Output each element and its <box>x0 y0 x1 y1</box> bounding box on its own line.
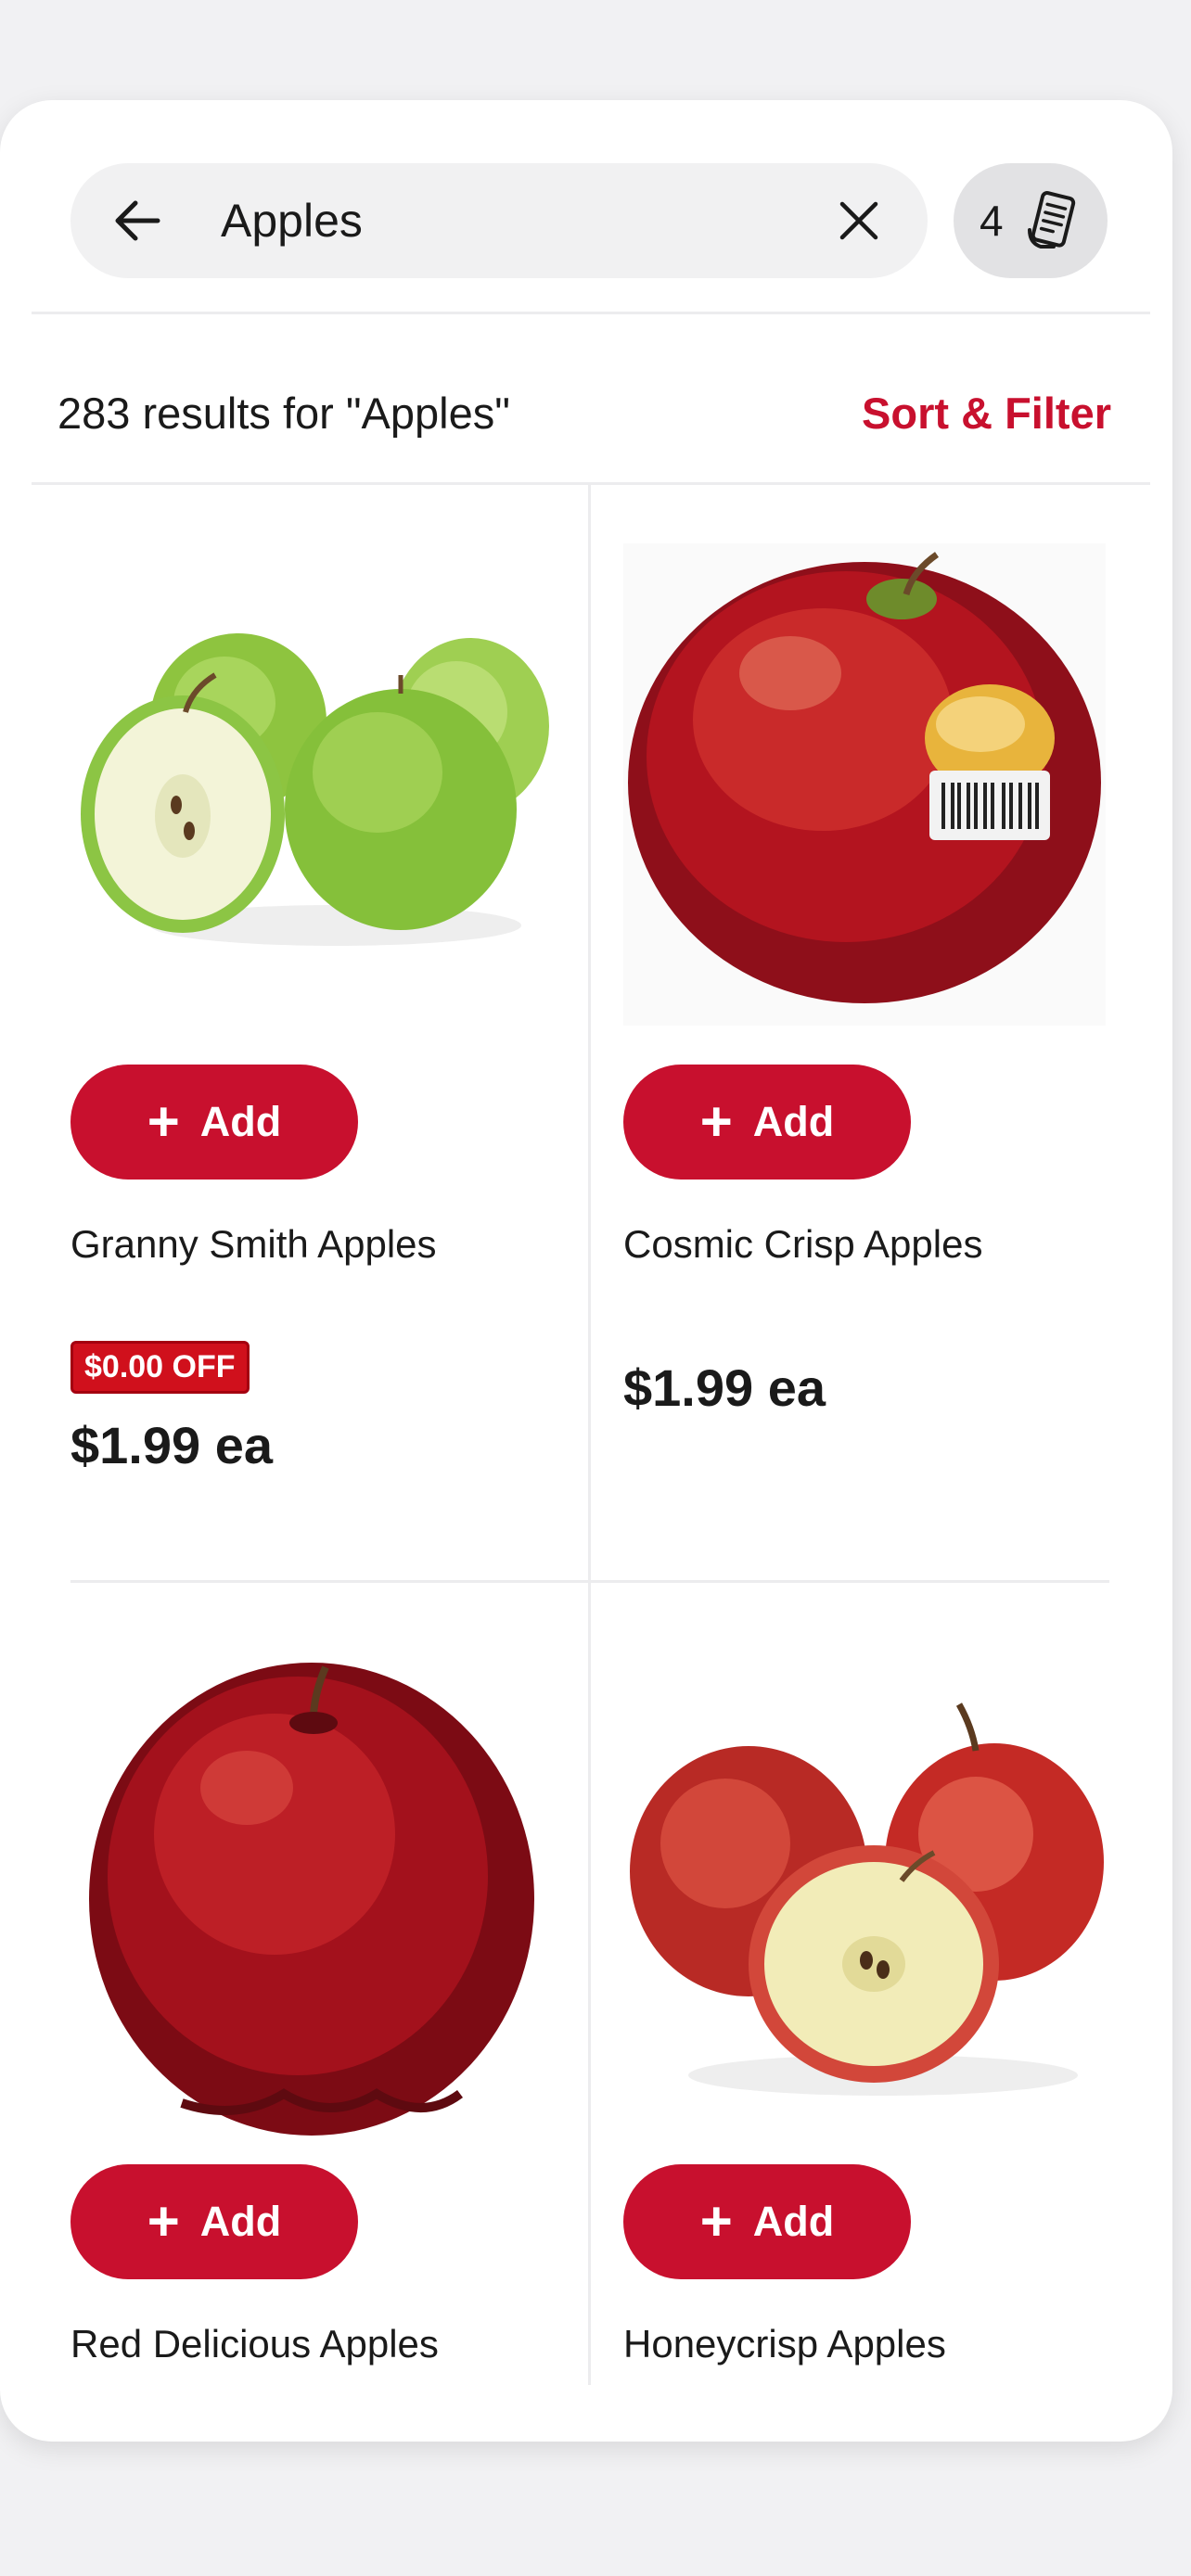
add-label: Add <box>199 1098 282 1145</box>
product-image-cosmic-crisp <box>623 543 1106 1026</box>
product-price: $1.99 ea <box>623 1358 826 1417</box>
product-price: $1.99 ea <box>70 1416 273 1474</box>
deal-badge: $0.00 OFF <box>70 1341 250 1394</box>
add-label: Add <box>752 2198 835 2245</box>
add-button[interactable]: + Add <box>623 1065 911 1180</box>
search-results-card: Apples 4 283 results for "Apples" Sort &… <box>0 100 1172 2442</box>
results-count: 283 results for "Apples" <box>58 389 510 438</box>
search-input[interactable]: Apples <box>221 163 363 278</box>
search-bar[interactable]: Apples <box>70 163 928 278</box>
plus-icon: + <box>699 1090 733 1153</box>
product-image-honeycrisp <box>630 1702 1104 2096</box>
shopping-list-icon <box>1028 191 1076 249</box>
close-icon[interactable] <box>837 198 881 243</box>
column-divider <box>588 484 591 2385</box>
product-image-red-delicious <box>89 1663 534 2136</box>
plus-icon: + <box>147 1090 180 1153</box>
shopping-list-button[interactable]: 4 <box>954 163 1108 278</box>
product-name: Red Delicious Apples <box>70 2322 439 2366</box>
product-image-granny-smith <box>81 633 549 946</box>
list-count: 4 <box>980 197 1004 245</box>
product-name: Granny Smith Apples <box>70 1222 437 1266</box>
plus-icon: + <box>147 2190 180 2252</box>
add-button[interactable]: + Add <box>623 2164 911 2279</box>
header-divider <box>32 312 1150 314</box>
row-divider <box>70 1580 1109 1583</box>
arrow-left-icon[interactable] <box>111 195 163 247</box>
results-divider <box>32 482 1150 485</box>
add-button[interactable]: + Add <box>70 2164 358 2279</box>
product-name: Cosmic Crisp Apples <box>623 1222 983 1266</box>
plus-icon: + <box>699 2190 733 2252</box>
product-name: Honeycrisp Apples <box>623 2322 946 2366</box>
add-label: Add <box>752 1098 835 1145</box>
add-label: Add <box>199 2198 282 2245</box>
sort-filter-button[interactable]: Sort & Filter <box>862 388 1111 439</box>
add-button[interactable]: + Add <box>70 1065 358 1180</box>
